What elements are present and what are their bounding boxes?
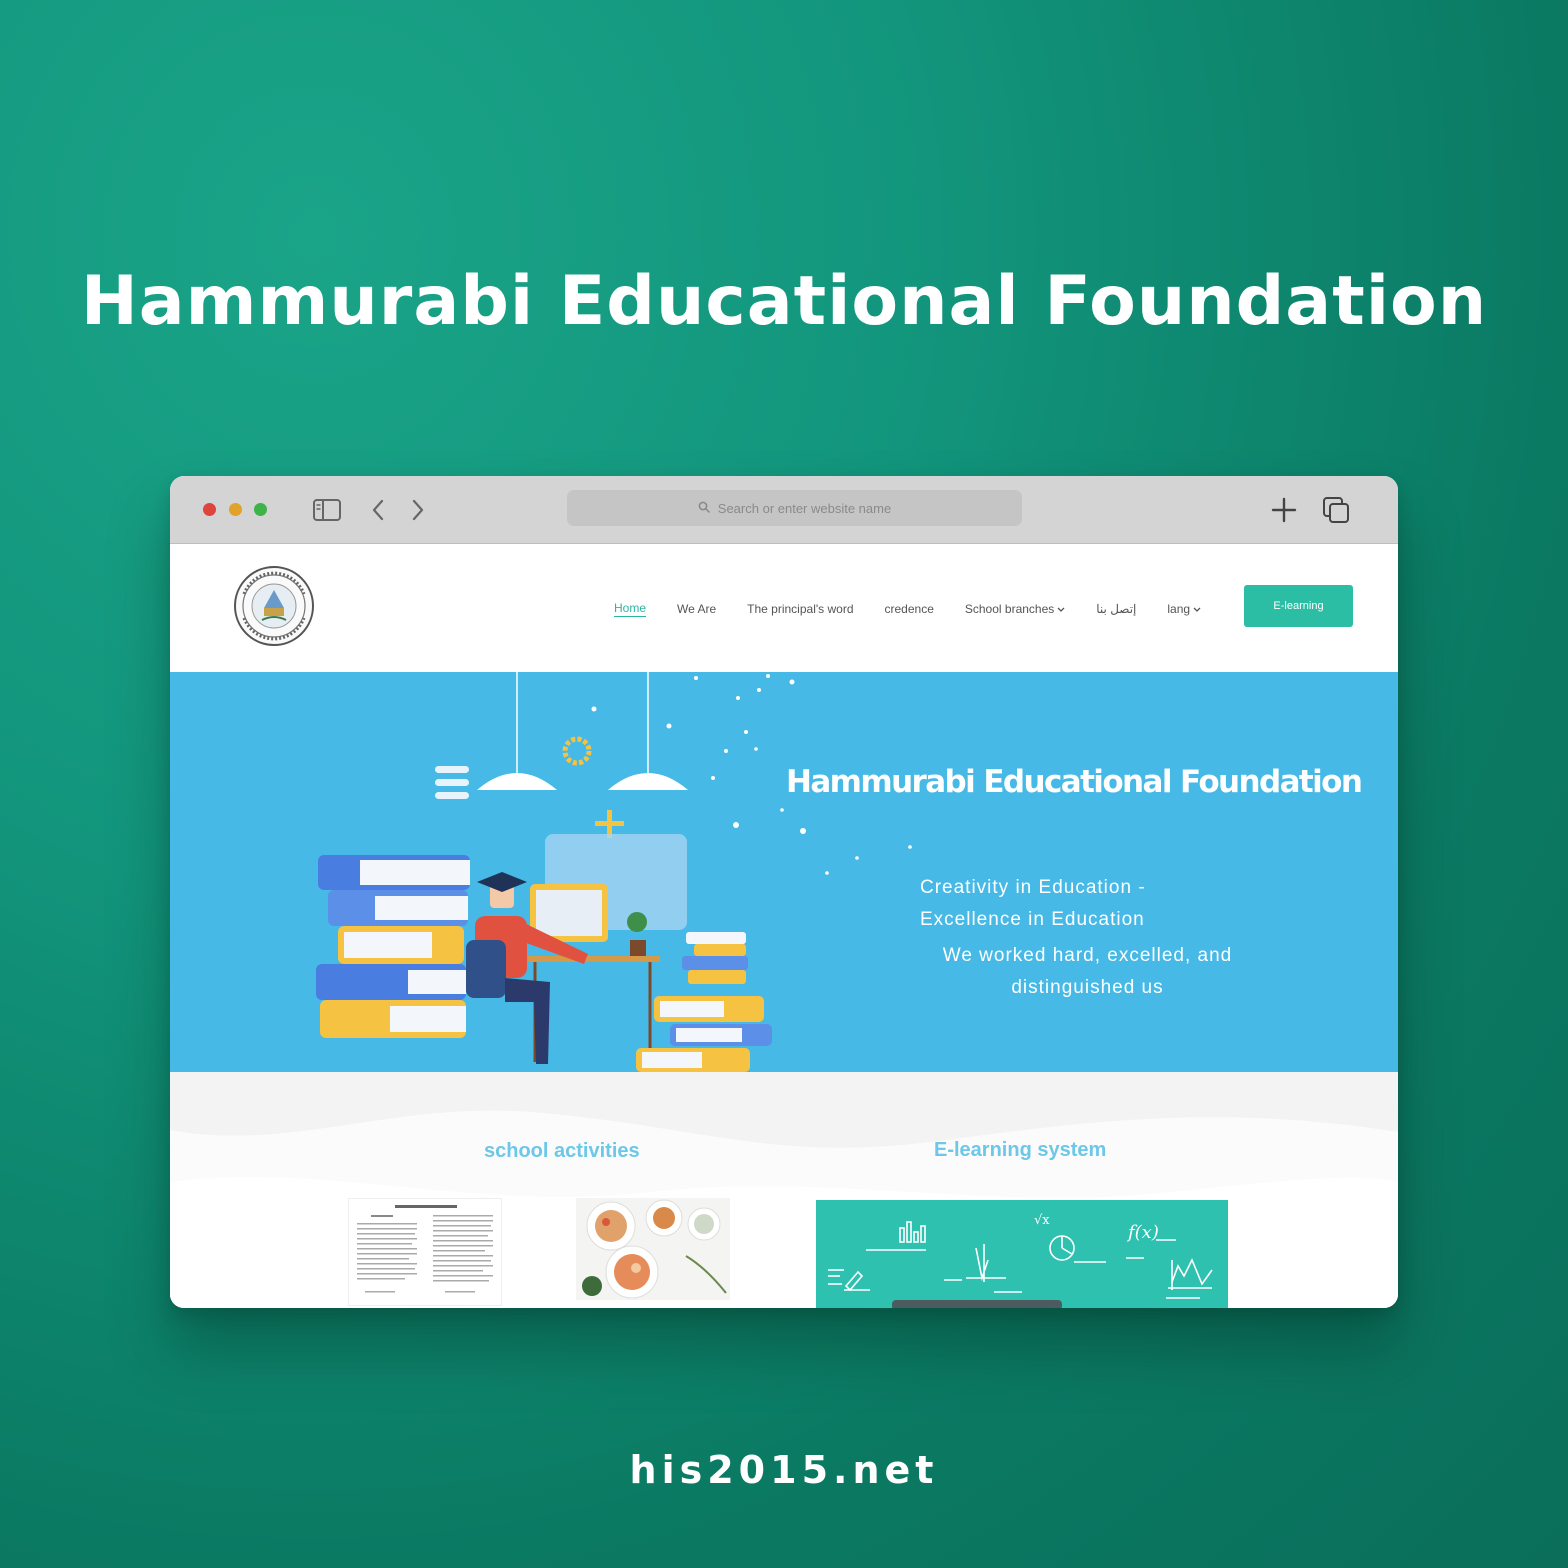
site-header: Home We Are The principal's word credenc… — [170, 544, 1398, 672]
new-tab-icon[interactable] — [1268, 494, 1300, 526]
minimize-window-button[interactable] — [229, 503, 242, 516]
main-nav: Home We Are The principal's word credenc… — [614, 601, 1201, 617]
elearning-button[interactable]: E-learning — [1244, 585, 1353, 627]
address-bar[interactable]: Search or enter website name — [567, 490, 1022, 526]
hero-tagline-line-2: Excellence in Education — [920, 909, 1145, 930]
school-logo[interactable] — [232, 564, 316, 648]
chevron-down-icon — [1057, 602, 1065, 616]
hero-tagline-line-1: Creativity in Education - — [920, 877, 1146, 898]
nav-credence-label: credence — [884, 602, 934, 616]
svg-text:√x: √x — [1034, 1213, 1050, 1228]
hero-illustration — [316, 672, 912, 1072]
address-placeholder: Search or enter website name — [717, 500, 892, 516]
maximize-window-button[interactable] — [254, 503, 267, 516]
forward-icon[interactable] — [402, 494, 434, 526]
back-icon[interactable] — [362, 494, 394, 526]
activity-food-photo[interactable] — [576, 1198, 730, 1300]
school-activities-title: school activities — [484, 1140, 640, 1162]
nav-we-are[interactable]: We Are — [677, 602, 716, 616]
close-window-button[interactable] — [203, 503, 216, 516]
nav-principals-word[interactable]: The principal's word — [747, 602, 853, 616]
nav-we-are-label: We Are — [677, 602, 717, 616]
chevron-down-icon — [1193, 602, 1201, 616]
svg-text:f(x): f(x) — [1126, 1222, 1159, 1243]
nav-home-label: Home — [614, 601, 647, 615]
browser-toolbar: Search or enter website name — [170, 476, 1398, 544]
nav-contact-us-label: إتصل بنا — [1096, 602, 1137, 616]
search-icon — [698, 501, 710, 516]
hero-banner: Hammurabi Educational Foundation Creativ… — [170, 672, 1398, 1072]
activity-document-thumbnail[interactable] — [348, 1198, 502, 1306]
hero-title: Hammurabi Educational Foundation — [786, 764, 1363, 800]
browser-window: Search or enter website name Home We Are… — [170, 476, 1398, 1308]
nav-contact-us[interactable]: إتصل بنا — [1096, 602, 1136, 616]
content-section: school activities E-learning system √x f… — [170, 1072, 1398, 1308]
elearning-system-title: E-learning system — [934, 1139, 1107, 1161]
tabs-icon[interactable] — [1320, 494, 1352, 526]
nav-school-branches[interactable]: School branches — [965, 602, 1065, 616]
hero-subtitle: We worked hard, excelled, and distinguis… — [942, 945, 1233, 998]
page-heading: Hammurabi Educational Foundation — [80, 262, 1488, 341]
nav-lang[interactable]: lang — [1167, 602, 1201, 616]
nav-home[interactable]: Home — [614, 601, 647, 617]
footer-domain: his2015.net — [629, 1448, 939, 1492]
nav-credence[interactable]: credence — [885, 602, 934, 616]
hero-tagline: Creativity in Education - Excellence in … — [920, 872, 1146, 936]
sidebar-icon[interactable] — [311, 494, 343, 526]
nav-lang-label: lang — [1167, 602, 1191, 616]
website-viewport: Home We Are The principal's word credenc… — [170, 544, 1398, 1308]
nav-principals-word-label: The principal's word — [747, 602, 854, 616]
elearning-math-banner[interactable]: √x f(x) — [816, 1200, 1228, 1308]
nav-school-branches-label: School branches — [964, 602, 1055, 616]
